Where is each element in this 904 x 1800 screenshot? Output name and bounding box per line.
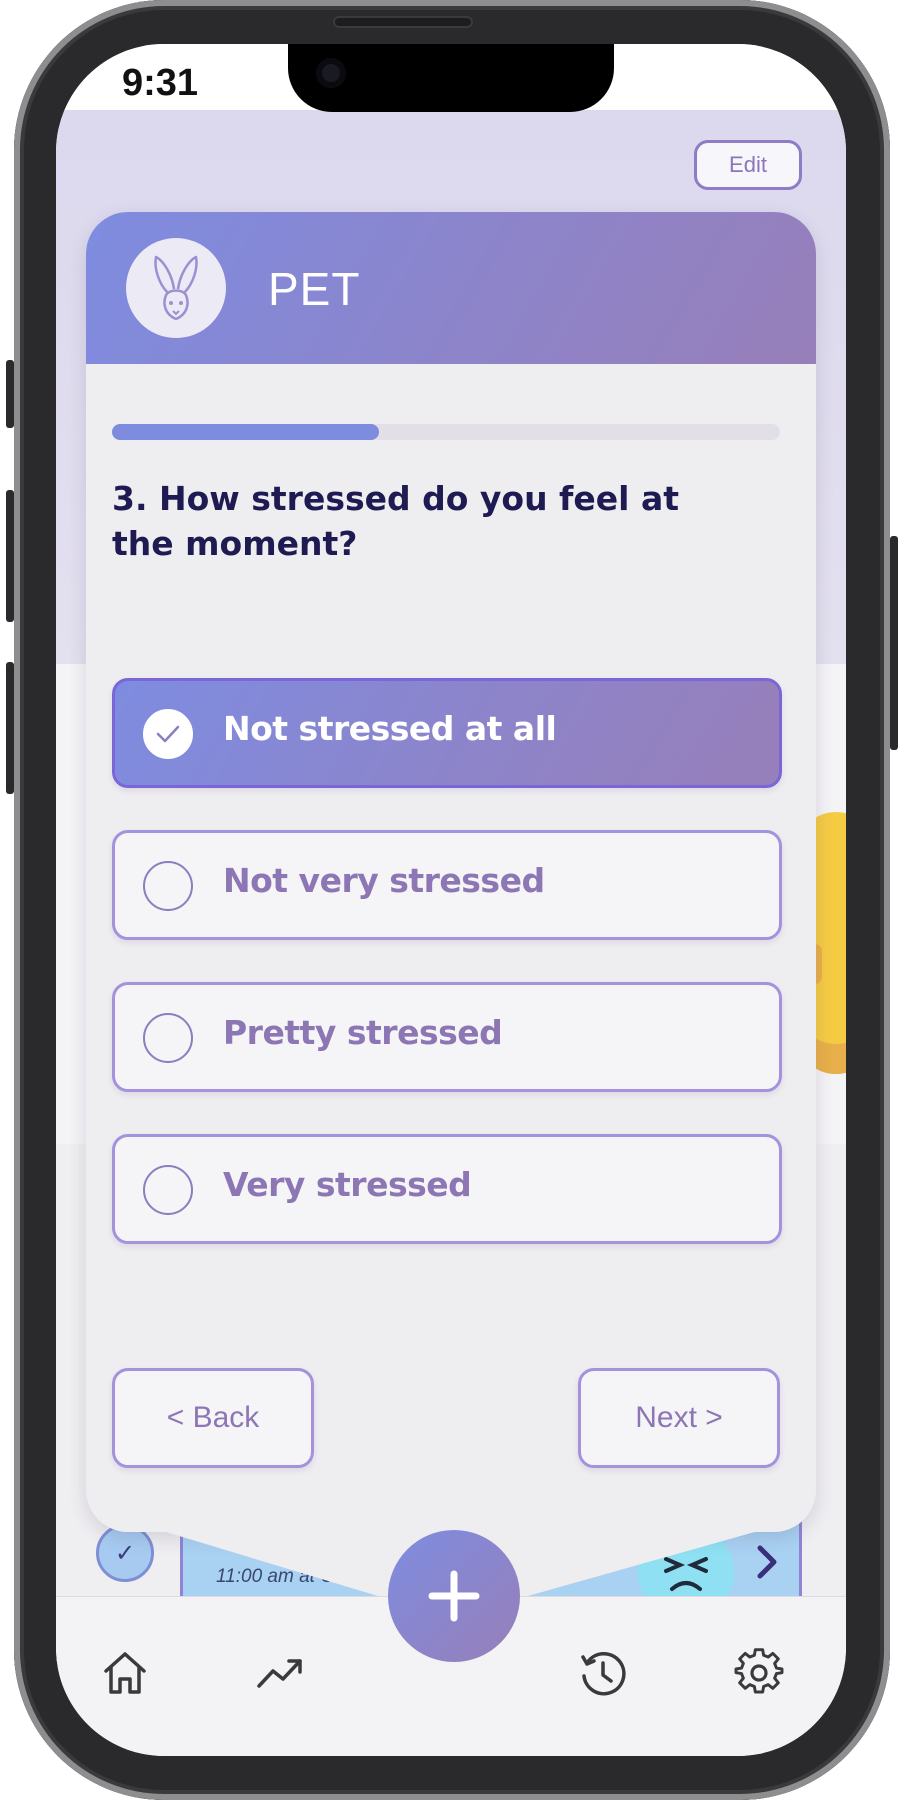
progress-fill	[112, 424, 380, 440]
volume-up-button	[6, 490, 14, 622]
status-time: 9:31	[122, 62, 199, 104]
volume-down-button	[6, 662, 14, 794]
history-icon[interactable]	[578, 1648, 628, 1698]
card-header: PET	[86, 212, 816, 364]
pet-avatar	[126, 238, 226, 338]
option-pretty-stressed[interactable]: Pretty stressed	[112, 982, 782, 1092]
progress-bar	[112, 424, 780, 440]
next-button[interactable]: Next >	[578, 1368, 780, 1468]
radio-empty-icon	[143, 1013, 193, 1063]
card-title: PET	[268, 263, 361, 315]
edit-button[interactable]: Edit	[694, 140, 802, 190]
option-label: Very stressed	[223, 1165, 472, 1204]
home-icon[interactable]	[100, 1648, 150, 1698]
notch	[288, 44, 614, 112]
camera-icon	[316, 58, 346, 88]
speaker-grille	[333, 16, 473, 28]
settings-icon[interactable]	[734, 1648, 784, 1698]
trend-icon[interactable]	[256, 1648, 306, 1698]
radio-empty-icon	[143, 861, 193, 911]
option-label: Not stressed at all	[223, 709, 557, 748]
option-not-very-stressed[interactable]: Not very stressed	[112, 830, 782, 940]
question-text: 3. How stressed do you feel at the momen…	[112, 479, 680, 563]
back-button[interactable]: < Back	[112, 1368, 314, 1468]
radio-checked-icon	[143, 709, 193, 759]
option-label: Not very stressed	[223, 861, 545, 900]
add-entry-button[interactable]	[388, 1530, 520, 1662]
survey-card: PET 3. How stressed do you feel at the m…	[86, 212, 816, 1532]
screen: 9:31 Edit ✓ 11:00 am at Che PET 3. How s…	[56, 44, 846, 1756]
power-button	[890, 536, 898, 750]
radio-empty-icon	[143, 1165, 193, 1215]
option-very-stressed[interactable]: Very stressed	[112, 1134, 782, 1244]
option-not-stressed-at-all[interactable]: Not stressed at all	[112, 678, 782, 788]
rabbit-icon	[154, 255, 198, 321]
option-label: Pretty stressed	[223, 1013, 503, 1052]
mute-switch	[6, 360, 14, 428]
add-icon	[428, 1570, 480, 1622]
